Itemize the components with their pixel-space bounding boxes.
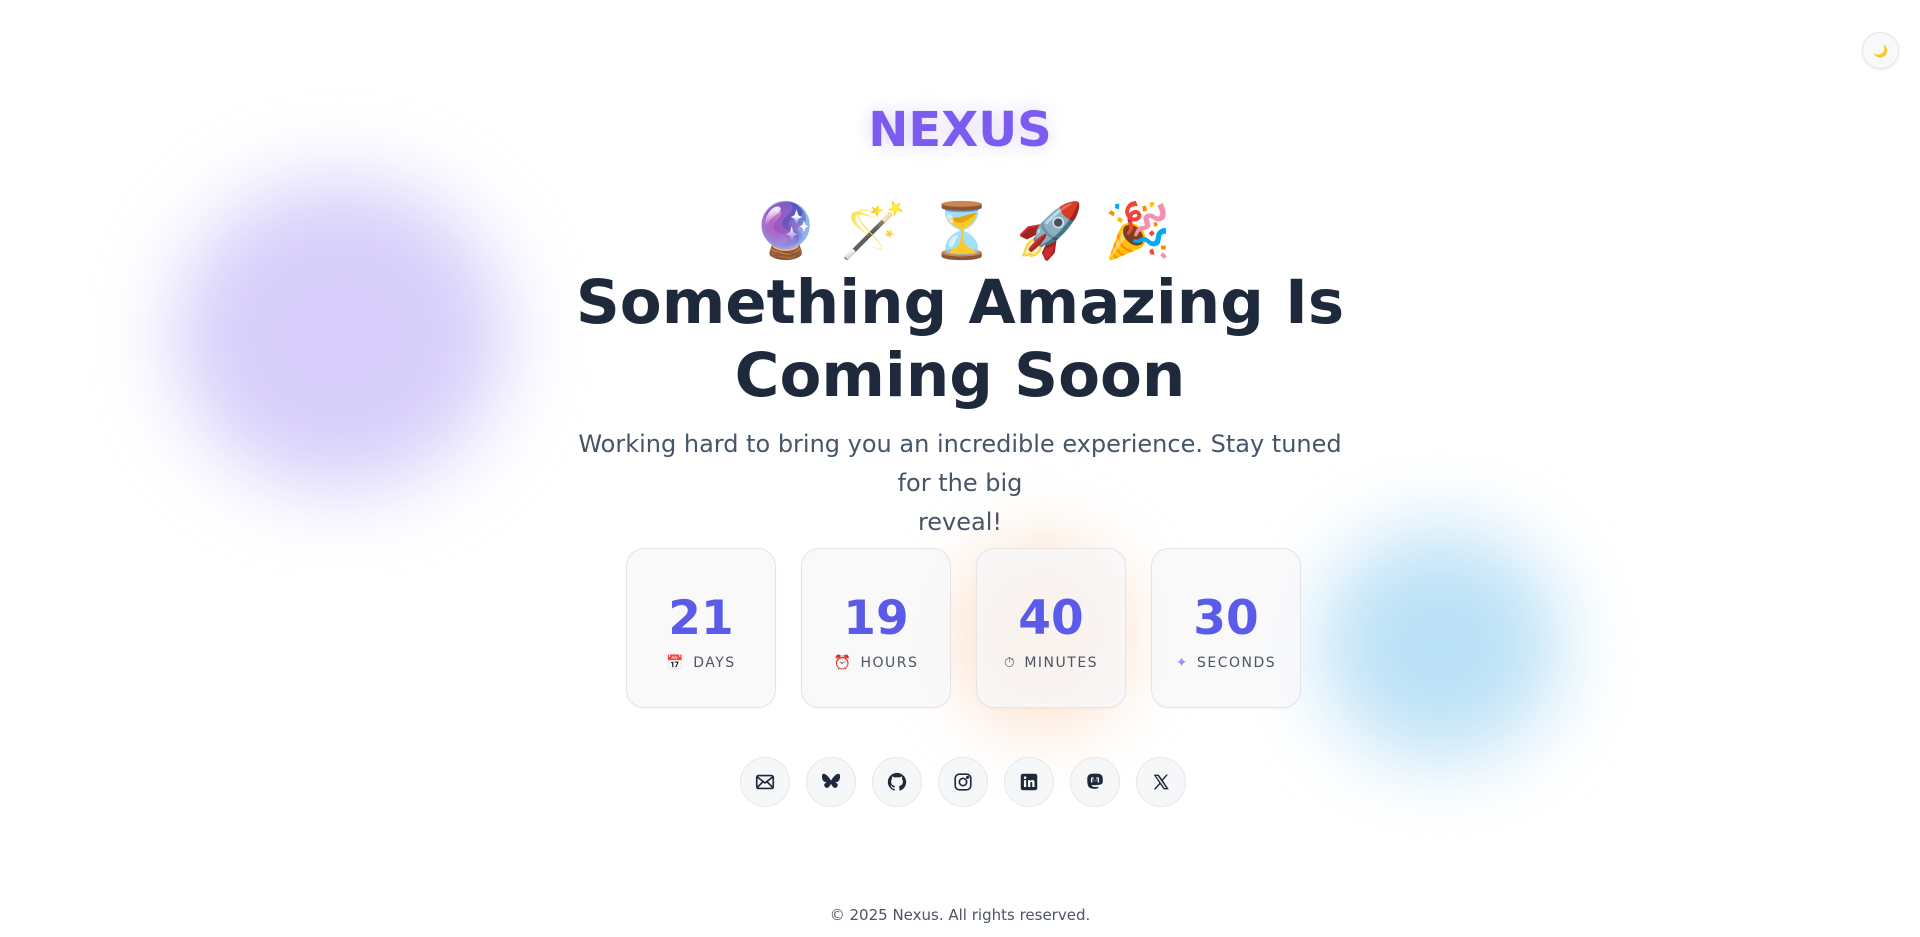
countdown-days-label: DAYS	[693, 655, 736, 671]
page-title-line-2: Coming Soon	[734, 340, 1186, 411]
x-link[interactable]	[1136, 757, 1186, 807]
coming-soon-page: 🌙 NEXUS 🔮 🪄 ⏳ 🚀 🎉 Something Amazing Is C…	[0, 0, 1920, 937]
x-icon	[1153, 774, 1169, 790]
countdown-hours: 19 ⏰ HOURS	[801, 548, 951, 708]
github-icon	[887, 772, 907, 791]
stopwatch-icon: ⏱	[1003, 655, 1017, 671]
footer-copyright: © 2025 Nexus. All rights reserved.	[829, 906, 1091, 924]
page-title-line-1: Something Amazing Is	[575, 267, 1345, 338]
hourglass-icon: ⏳	[928, 199, 996, 262]
crystal-ball-icon: 🔮	[752, 199, 820, 262]
page-subtitle: Working hard to bring you an incredible …	[560, 425, 1360, 542]
brand-logo: NEXUS	[868, 102, 1052, 158]
party-popper-icon: 🎉	[1104, 199, 1172, 262]
countdown-days-value: 21	[668, 591, 734, 646]
instagram-icon	[954, 773, 972, 791]
countdown-minutes-label-row: ⏱ MINUTES	[1004, 655, 1098, 671]
subtitle-line-2: reveal!	[917, 508, 1003, 536]
magic-wand-icon: 🪄	[840, 199, 908, 262]
countdown-minutes-value: 40	[1018, 591, 1084, 646]
emoji-row: 🔮 🪄 ⏳ 🚀 🎉	[0, 198, 1920, 264]
mastodon-icon	[1087, 773, 1103, 789]
moon-icon: 🌙	[1873, 43, 1888, 58]
theme-toggle-button[interactable]: 🌙	[1862, 32, 1899, 69]
countdown-seconds-value: 30	[1193, 591, 1259, 646]
countdown-minutes: 40 ⏱ MINUTES	[976, 548, 1126, 708]
sparkle-icon: ✦	[1175, 655, 1190, 671]
countdown-days-label-row: 📅 DAYS	[666, 655, 735, 671]
countdown-minutes-label: MINUTES	[1024, 655, 1099, 671]
instagram-link[interactable]	[938, 757, 988, 807]
countdown-hours-label: HOURS	[860, 655, 919, 671]
bluesky-icon	[821, 773, 841, 788]
linkedin-icon	[1020, 773, 1038, 791]
countdown-seconds: 30 ✦ SECONDS	[1151, 548, 1301, 708]
page-title: Something Amazing Is Coming Soon	[0, 266, 1920, 412]
github-link[interactable]	[872, 757, 922, 807]
email-icon	[755, 774, 775, 790]
countdown-hours-label-row: ⏰ HOURS	[834, 655, 919, 671]
bluesky-link[interactable]	[806, 757, 856, 807]
linkedin-link[interactable]	[1004, 757, 1054, 807]
countdown-days: 21 📅 DAYS	[626, 548, 776, 708]
countdown-seconds-label: SECONDS	[1197, 655, 1277, 671]
mastodon-link[interactable]	[1070, 757, 1120, 807]
alarm-clock-icon: ⏰	[833, 655, 853, 671]
background-blob-blue	[1320, 530, 1560, 760]
calendar-icon: 📅	[666, 655, 686, 671]
subtitle-line-1: Working hard to bring you an incredible …	[578, 430, 1342, 497]
countdown-hours-value: 19	[843, 591, 909, 646]
social-links	[740, 757, 1186, 807]
countdown-seconds-label-row: ✦ SECONDS	[1176, 655, 1276, 671]
countdown-timer: 21 📅 DAYS 19 ⏰ HOURS 40 ⏱ MINUTES 30 ✦ S…	[626, 548, 1301, 708]
rocket-icon: 🚀	[1016, 199, 1084, 262]
email-link[interactable]	[740, 757, 790, 807]
